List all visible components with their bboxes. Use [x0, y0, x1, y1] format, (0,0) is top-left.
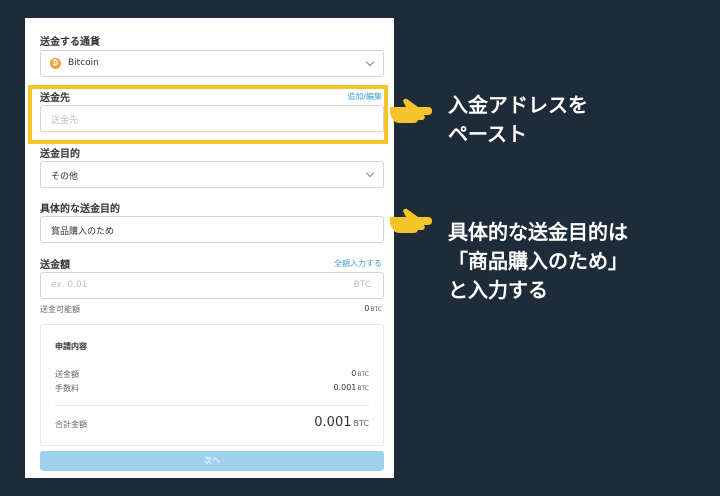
- summary-amount-label: 送金額: [55, 370, 79, 379]
- amount-unit: BTC: [353, 280, 371, 290]
- amount-label: 送金額: [40, 260, 70, 271]
- annotation-line: ペースト: [448, 122, 527, 146]
- currency-select-value: Bitcoin: [68, 58, 99, 68]
- purpose-detail-value: 賞品購入のため: [51, 227, 115, 237]
- purpose-label: 送金目的: [40, 149, 80, 160]
- summary-total-number: 0.001: [314, 415, 352, 430]
- fill-all-link[interactable]: 全額入力する: [334, 258, 382, 269]
- summary-fee-value: 0.001BTC: [333, 383, 369, 392]
- summary-total-label: 合計金額: [55, 420, 87, 429]
- purpose-select-value: その他: [51, 172, 79, 182]
- summary-fee-label: 手数料: [55, 384, 79, 393]
- destination-highlight-box: [28, 85, 388, 144]
- pointing-hand-icon: [390, 208, 432, 233]
- summary-divider: [55, 405, 369, 406]
- request-summary: 申請内容 送金額 0BTC 手数料 0.001BTC 合計金額 0.001 BTC: [40, 324, 384, 446]
- annotation-line: と入力する: [448, 278, 548, 302]
- annotation-paste-address: 入金アドレスを ペースト: [448, 91, 588, 149]
- amount-placeholder: ex. 0.01: [51, 280, 88, 290]
- currency-label: 送金する通貨: [40, 37, 100, 48]
- purpose-detail-label: 具体的な送金目的: [40, 204, 120, 215]
- summary-total-value: 0.001 BTC: [314, 415, 369, 430]
- summary-amount-unit: BTC: [357, 371, 369, 378]
- next-button[interactable]: 次へ: [40, 451, 384, 471]
- chevron-down-icon: [365, 168, 375, 178]
- summary-fee-unit: BTC: [357, 385, 369, 392]
- purpose-select[interactable]: その他: [40, 161, 384, 188]
- purpose-detail-input[interactable]: 賞品購入のため: [40, 216, 384, 243]
- available-value: 0BTC: [364, 304, 382, 313]
- summary-amount-number: 0: [351, 369, 357, 378]
- available-unit: BTC: [370, 306, 382, 313]
- bitcoin-icon: ₿: [50, 58, 61, 69]
- annotation-line: 具体的な送金目的は: [448, 220, 628, 244]
- annotation-purpose-instruction: 具体的な送金目的は 「商品購入のため」 と入力する: [448, 218, 628, 305]
- summary-fee-number: 0.001: [333, 383, 357, 392]
- available-amount: 0: [364, 304, 370, 313]
- currency-select[interactable]: ₿ Bitcoin: [40, 50, 384, 77]
- summary-amount-value: 0BTC: [351, 369, 369, 378]
- annotation-line: 「商品購入のため」: [448, 249, 628, 273]
- summary-title: 申請内容: [55, 342, 87, 351]
- annotation-line: 入金アドレスを: [448, 93, 588, 117]
- pointing-hand-icon: [390, 98, 432, 123]
- amount-input[interactable]: ex. 0.01 BTC: [40, 272, 384, 299]
- summary-total-unit: BTC: [353, 419, 370, 428]
- available-label: 送金可能額: [40, 305, 80, 314]
- chevron-down-icon: [365, 57, 375, 67]
